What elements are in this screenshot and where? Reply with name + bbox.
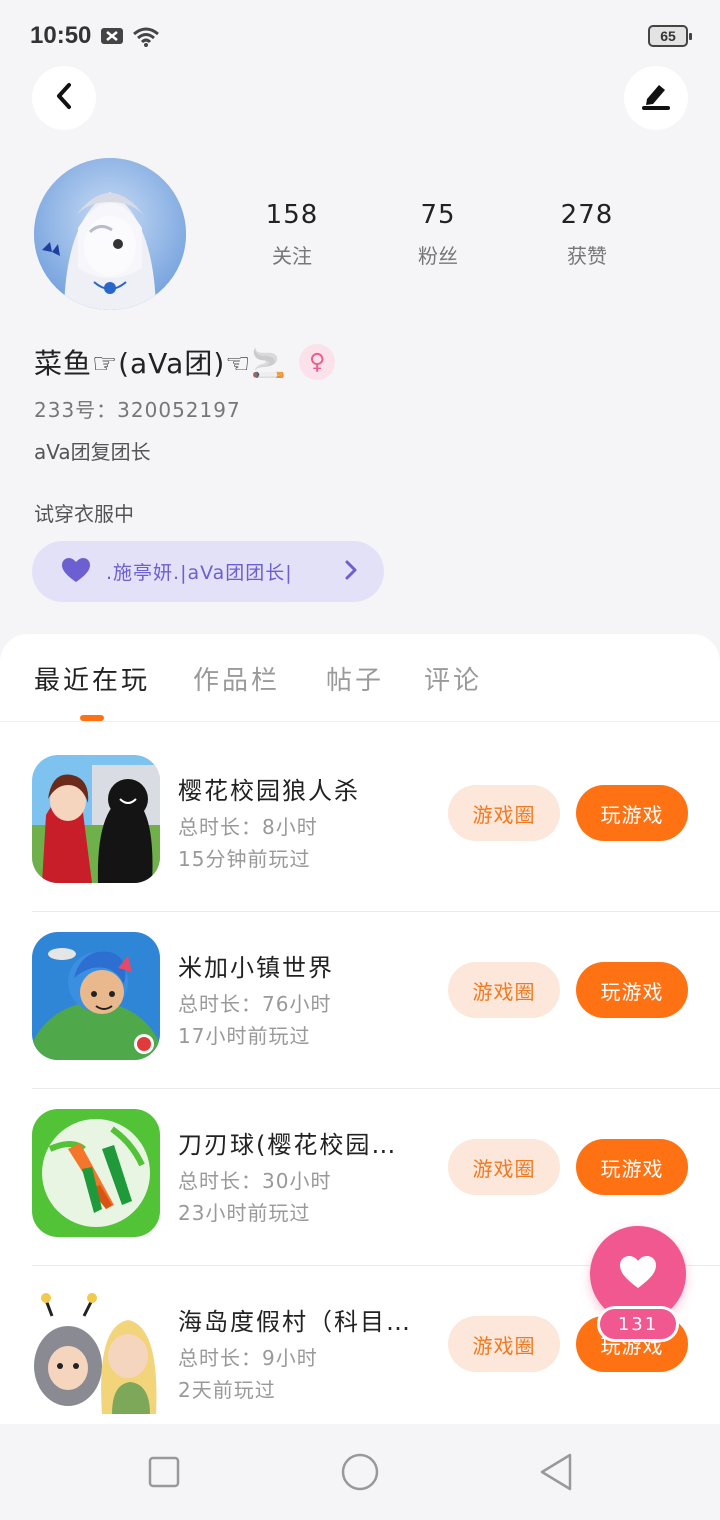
status-bar: 10:50 65 — [0, 0, 720, 70]
heart-icon — [60, 556, 92, 588]
game-title: 海岛度假村（科目… — [178, 1308, 412, 1336]
female-gender-icon: ♀ — [299, 344, 336, 380]
home-icon[interactable] — [340, 1452, 380, 1496]
recent-apps-icon[interactable] — [148, 1456, 180, 1492]
game-title: 刀刃球(樱花校园… — [178, 1131, 398, 1159]
tab-works[interactable]: 作品栏 — [193, 660, 280, 697]
edit-pen-icon — [639, 81, 673, 115]
username-row: 菜鱼☞(aVa团)☜🚬 ♀ — [34, 340, 336, 384]
game-title: 米加小镇世界 — [178, 954, 334, 982]
game-duration: 总时长：9小时 — [178, 1346, 318, 1370]
game-duration: 总时长：8小时 — [178, 815, 318, 839]
battery-indicator: 65 — [648, 25, 692, 47]
game-icon-sakura-werewolf[interactable] — [32, 755, 160, 883]
game-last-played: 15分钟前玩过 — [178, 847, 311, 871]
tab-recently-played[interactable]: 最近在玩 — [34, 660, 150, 697]
bio-line-1: aVa团复团长 — [34, 440, 151, 464]
user-id: 233号：320052197 — [34, 398, 241, 422]
game-title: 樱花校园狼人杀 — [178, 777, 360, 805]
likes-label: 获赞 — [567, 244, 607, 268]
game-icon-miga-town[interactable] — [32, 932, 160, 1060]
wifi-icon — [132, 26, 160, 52]
username: 菜鱼☞(aVa团)☜🚬 — [34, 347, 288, 380]
game-row[interactable]: 米加小镇世界 总时长：76小时 17小时前玩过 游戏圈 玩游戏 — [0, 912, 720, 1089]
guild-link[interactable]: .施亭妍.|aVa团团长| — [32, 541, 384, 602]
system-nav-bar — [0, 1424, 720, 1520]
followers-count: 75 — [420, 200, 456, 230]
game-duration: 总时长：76小时 — [178, 992, 332, 1016]
bio-line-2: 试穿衣服中 — [34, 502, 134, 526]
guild-text: .施亭妍.|aVa团团长| — [106, 562, 293, 584]
back-nav-icon[interactable] — [538, 1452, 574, 1496]
status-time: 10:50 — [30, 22, 92, 49]
game-circle-button[interactable]: 游戏圈 — [448, 785, 560, 841]
back-button[interactable] — [32, 66, 96, 130]
play-game-button[interactable]: 玩游戏 — [576, 785, 688, 841]
tab-comments[interactable]: 评论 — [424, 660, 482, 697]
game-last-played: 23小时前玩过 — [178, 1201, 311, 1225]
game-row[interactable]: 樱花校园狼人杀 总时长：8小时 15分钟前玩过 游戏圈 玩游戏 — [0, 735, 720, 912]
following-label: 关注 — [272, 244, 312, 268]
stat-likes[interactable]: 278 获赞 — [527, 200, 647, 269]
heart-icon — [618, 1254, 658, 1294]
active-tab-indicator — [80, 715, 104, 721]
game-circle-button[interactable]: 游戏圈 — [448, 1139, 560, 1195]
game-icon-blade-ball[interactable] — [32, 1109, 160, 1237]
likes-count: 278 — [560, 200, 614, 230]
following-count: 158 — [265, 200, 319, 230]
play-game-button[interactable]: 玩游戏 — [576, 962, 688, 1018]
play-game-button[interactable]: 玩游戏 — [576, 1139, 688, 1195]
game-circle-button[interactable]: 游戏圈 — [448, 962, 560, 1018]
followers-label: 粉丝 — [418, 244, 458, 268]
game-icon-island-resort[interactable] — [32, 1286, 160, 1414]
game-last-played: 17小时前玩过 — [178, 1024, 311, 1048]
game-last-played: 2天前玩过 — [178, 1378, 276, 1402]
stat-followers[interactable]: 75 粉丝 — [378, 200, 498, 269]
game-circle-button[interactable]: 游戏圈 — [448, 1316, 560, 1372]
back-arrow-icon — [53, 82, 75, 114]
game-duration: 总时长：30小时 — [178, 1169, 332, 1193]
like-count: 131 — [597, 1306, 679, 1342]
stat-following[interactable]: 158 关注 — [232, 200, 352, 269]
avatar[interactable] — [34, 158, 186, 310]
tab-posts[interactable]: 帖子 — [326, 660, 384, 697]
chevron-right-icon — [344, 558, 358, 586]
notification-x-icon — [100, 26, 124, 50]
edit-profile-button[interactable] — [624, 66, 688, 130]
